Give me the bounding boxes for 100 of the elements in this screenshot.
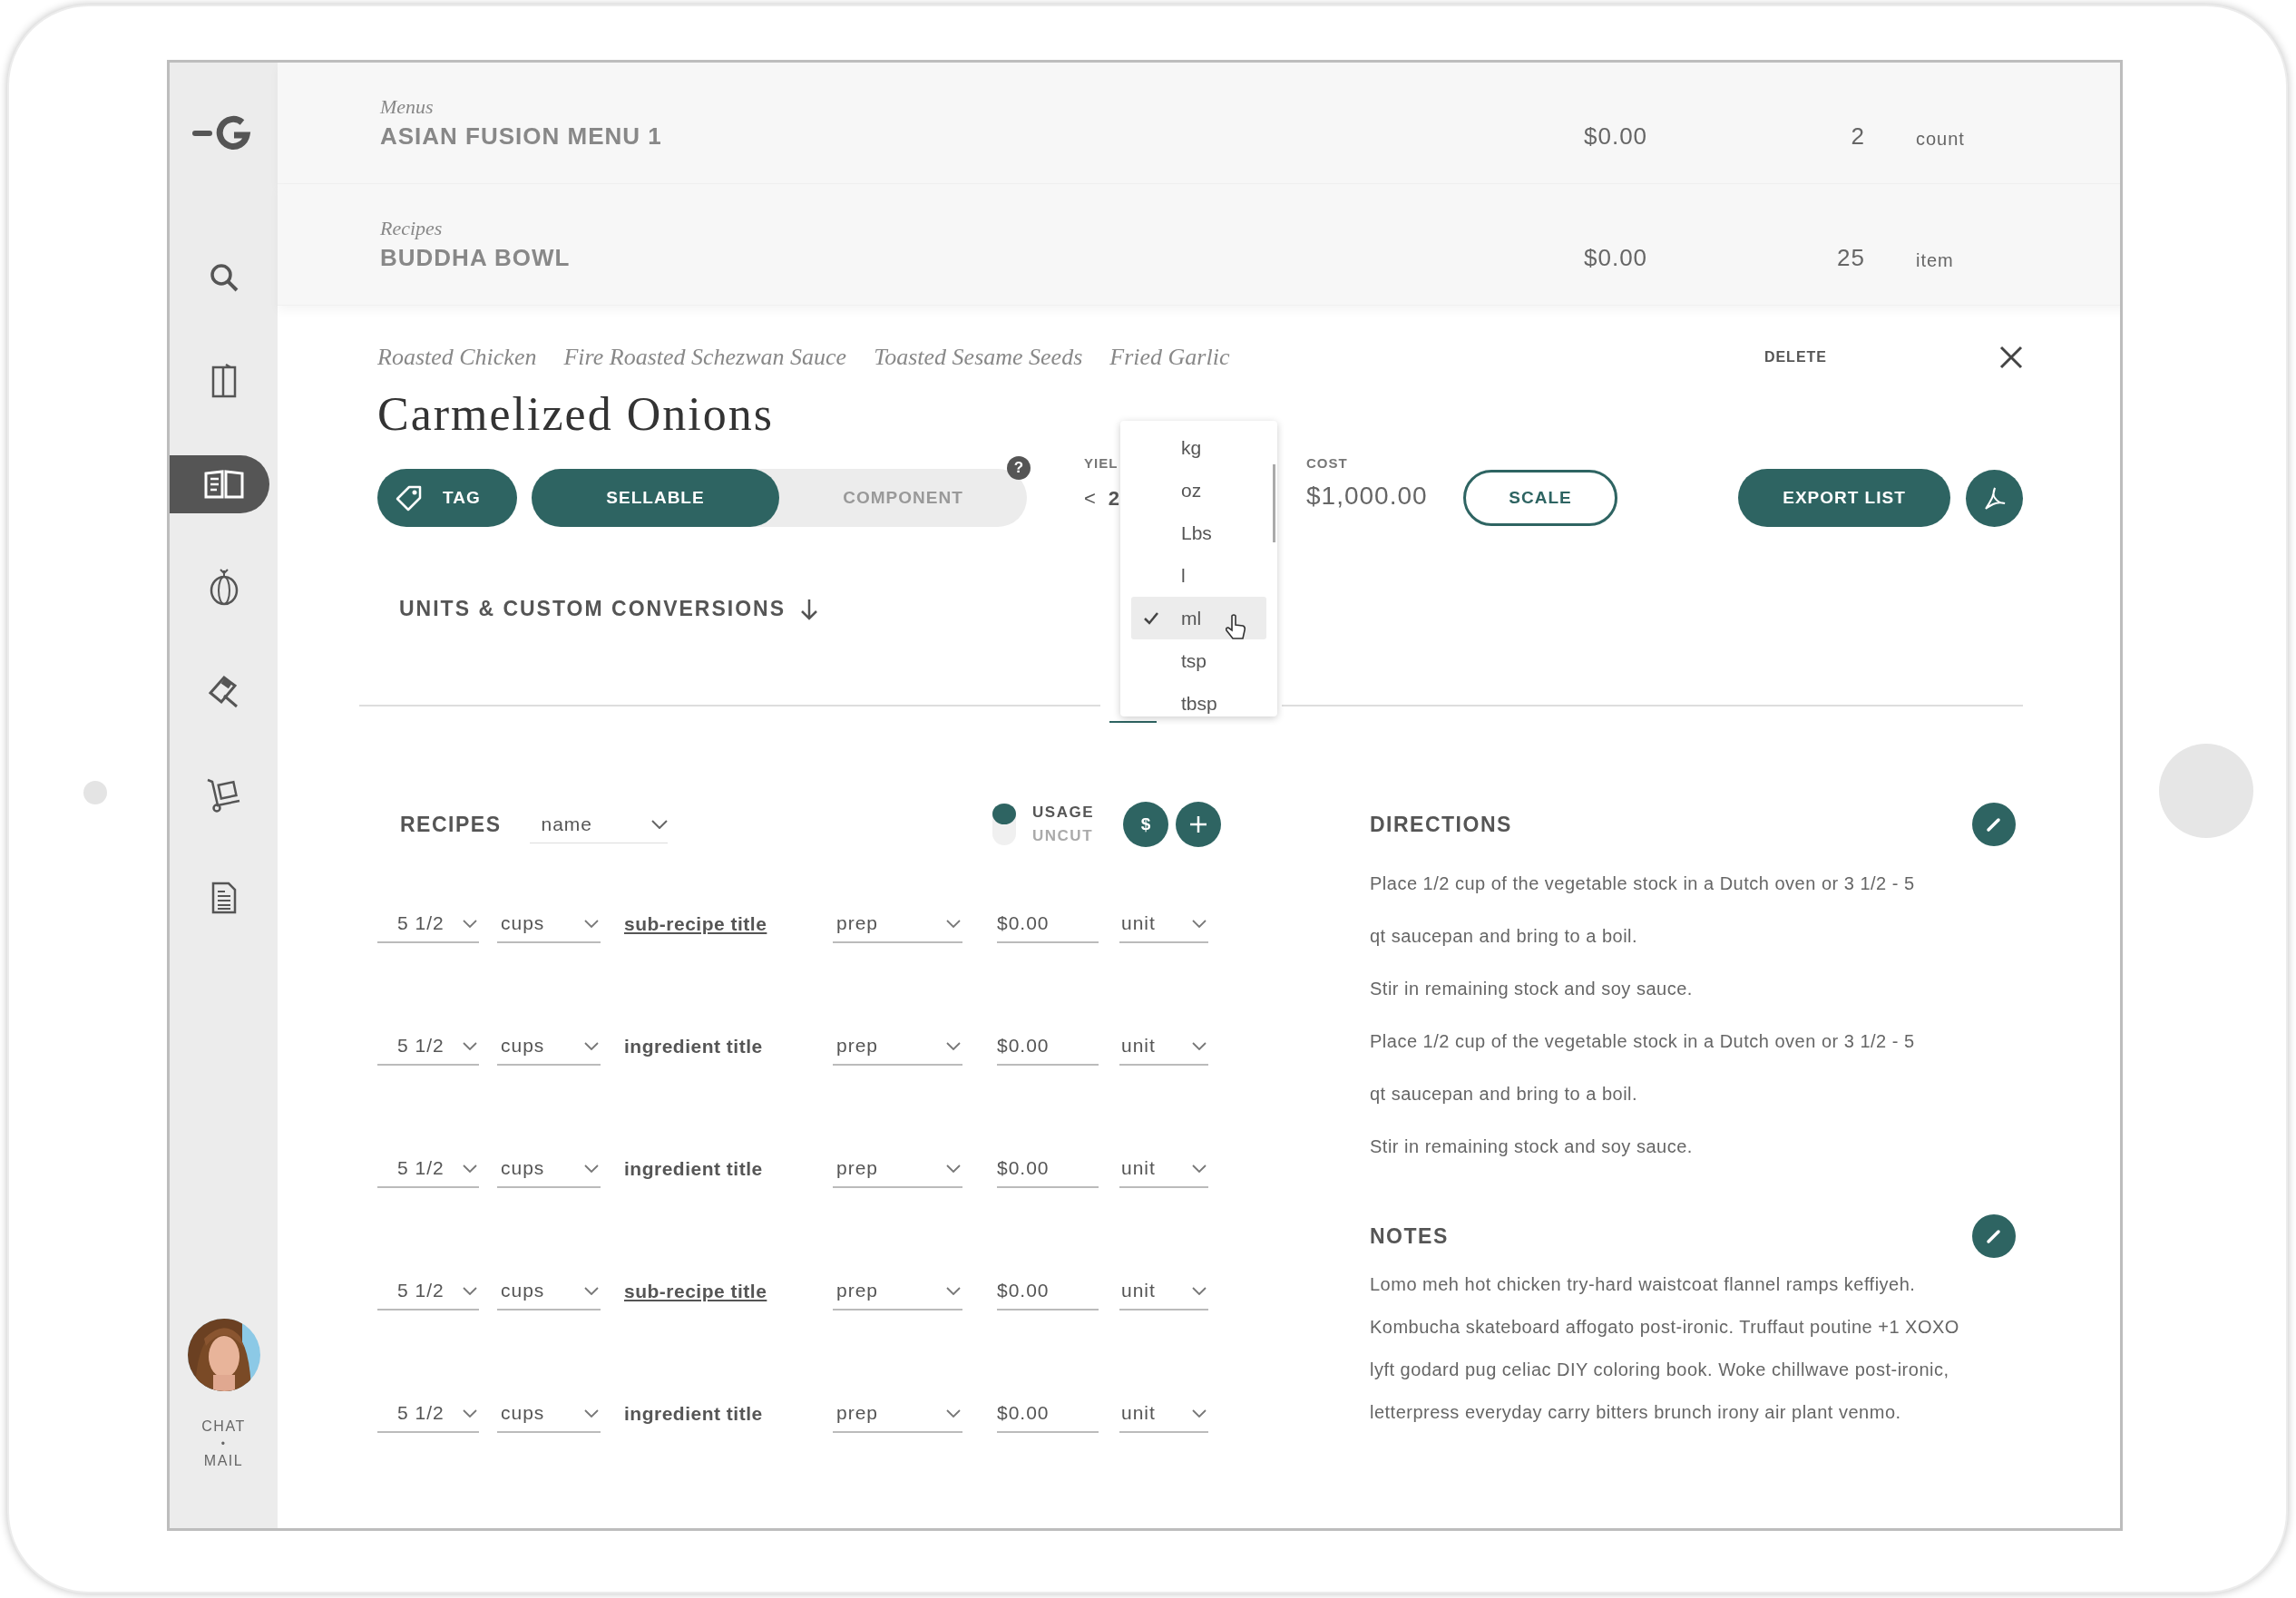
unit-option[interactable]: l [1131,554,1266,597]
unit-option[interactable]: Lbs [1131,512,1266,554]
quantity-select[interactable]: 5 1/2 [377,1272,479,1311]
down-arrow-icon[interactable] [800,597,818,621]
chevron-down-icon [946,1408,961,1418]
edit-button[interactable] [1972,1214,2016,1258]
direction-text: qt saucepan and bring to a boil. [1370,1083,1639,1106]
usage-switch[interactable] [992,804,1017,845]
summary-row[interactable]: Recipes BUDDHA BOWL $0.00 25 item [278,184,2120,306]
pencil-icon [1986,1228,2002,1244]
price-unit-select[interactable]: unit [1119,905,1208,943]
export-list-button[interactable]: EXPORT LIST [1738,469,1950,527]
chevron-down-icon [1192,1408,1207,1418]
sub-recipe-link[interactable]: sub-recipe title [624,913,833,935]
cost-value: $1,000.00 [1306,482,1429,511]
row-unit: count [1916,128,1965,150]
unit-option[interactable]: ml [1131,597,1266,639]
switch-label: USAGE [1032,804,1094,822]
direction-text: Place 1/2 cup of the vegetable stock in a Dutch oven or 3 1/2 - 5 [1370,1030,1916,1053]
quantity-select[interactable]: 5 1/2 [377,1395,479,1433]
yield-label: YIEL [1084,455,1119,471]
tag-button[interactable]: TAG [377,469,517,527]
price-field[interactable]: $0.00 [997,905,1099,943]
chevron-down-icon [946,1164,961,1173]
price-unit-select[interactable]: unit [1119,1150,1208,1188]
cost-button[interactable]: $ [1123,802,1168,847]
breadcrumb-link[interactable]: Toasted Sesame Seeds [874,344,1083,371]
hand-cursor-icon [1225,614,1246,641]
nav-item[interactable] [170,455,269,513]
chevron-down-icon [1192,1286,1207,1295]
prep-select[interactable]: prep [833,1272,962,1311]
folded-menu-icon [210,363,238,399]
quantity-select[interactable]: 5 1/2 [377,1150,479,1188]
help-badge[interactable]: ? [1007,456,1031,480]
switch-label: UNCUT [1032,827,1094,845]
chevron-down-icon [584,1164,599,1173]
chevron-down-icon [463,919,477,928]
toggle-option[interactable]: SELLABLE [532,469,779,527]
direction-text: qt saucepan and bring to a boil. [1370,925,1639,948]
row-price: $0.00 [1584,243,1649,272]
price-field[interactable]: $0.00 [997,1028,1099,1066]
unit-option[interactable]: oz [1131,469,1266,512]
row-quantity: 25 [1836,243,1865,272]
prep-select[interactable]: prep [833,1028,962,1066]
quantity-select[interactable]: 5 1/2 [377,905,479,943]
recipe-title: Carmelized Onions [377,387,775,441]
section-heading: NOTES [1370,1223,1449,1249]
breadcrumb-link[interactable]: Fire Roasted Schezwan Sauce [563,344,847,371]
row-category: Recipes [380,217,444,240]
add-button[interactable] [1176,802,1221,847]
chevron-down-icon [1192,1164,1207,1173]
close-icon[interactable] [1999,346,2023,369]
delete-button[interactable]: DELETE [1764,349,1827,365]
note-text: lyft godard pug celiac DIY coloring book. Woke chillwave post-ironic, [1370,1359,1950,1381]
measure-select[interactable]: cups [497,905,601,943]
sidebar-link[interactable]: MAIL [203,1453,244,1469]
chevron-down-icon [463,1041,477,1050]
section-toggle[interactable]: UNITS & CUSTOM CONVERSIONS [399,597,786,621]
quantity-select[interactable]: 5 1/2 [377,1028,479,1066]
unit-option[interactable]: tsp [1131,639,1266,682]
section-heading: RECIPES [400,812,502,837]
chevron-down-icon [584,1041,599,1050]
measure-select[interactable]: cups [497,1028,601,1066]
sidebar-link[interactable]: CHAT [201,1418,246,1435]
section-heading: DIRECTIONS [1370,812,1512,837]
price-unit-select[interactable]: unit [1119,1395,1208,1433]
note-text: Kombucha skateboard affogato post-ironic. Truffaut poutine +1 XOXO [1370,1316,1960,1339]
price-field[interactable]: $0.00 [997,1150,1099,1188]
measure-select[interactable]: cups [497,1395,601,1433]
summary-row[interactable]: Menus ASIAN FUSION MENU 1 $0.00 2 count [278,63,2120,184]
price-field[interactable]: $0.00 [997,1395,1099,1433]
pencil-icon [1986,816,2002,833]
chevron-down-icon [584,1408,599,1418]
prep-select[interactable]: prep [833,1150,962,1188]
sub-recipe-link[interactable]: sub-recipe title [624,1281,833,1302]
previous-arrow[interactable]: < [1084,487,1096,511]
cost-label: COST [1306,455,1349,471]
edit-button[interactable] [1972,803,2016,846]
ingredient-name: ingredient title [624,1036,764,1057]
note-text: Lomo meh hot chicken try-hard waistcoat flannel ramps keffiyeh. [1370,1273,1917,1296]
sort-select[interactable]: name [530,805,669,843]
chevron-down-icon [946,1286,961,1295]
scale-button[interactable]: SCALE [1463,470,1617,526]
price-unit-select[interactable]: unit [1119,1028,1208,1066]
prep-select[interactable]: prep [833,1395,962,1433]
prep-select[interactable]: prep [833,905,962,943]
unit-option[interactable]: tbsp [1131,682,1266,725]
measure-select[interactable]: cups [497,1150,601,1188]
price-field[interactable]: $0.00 [997,1272,1099,1311]
breadcrumb-link[interactable]: Roasted Chicken [377,344,537,371]
breadcrumb-link[interactable]: Fried Garlic [1109,344,1230,371]
chevron-down-icon [463,1408,477,1418]
unit-option[interactable]: kg [1131,426,1266,469]
scrollbar[interactable] [1273,464,1275,542]
price-unit-select[interactable]: unit [1119,1272,1208,1311]
row-quantity: 2 [1850,122,1865,151]
measure-select[interactable]: cups [497,1272,601,1311]
row-unit: item [1916,249,1954,271]
direction-text: Stir in remaining stock and soy sauce. [1370,1135,1694,1158]
row-title: BUDDHA BOWL [380,244,572,272]
